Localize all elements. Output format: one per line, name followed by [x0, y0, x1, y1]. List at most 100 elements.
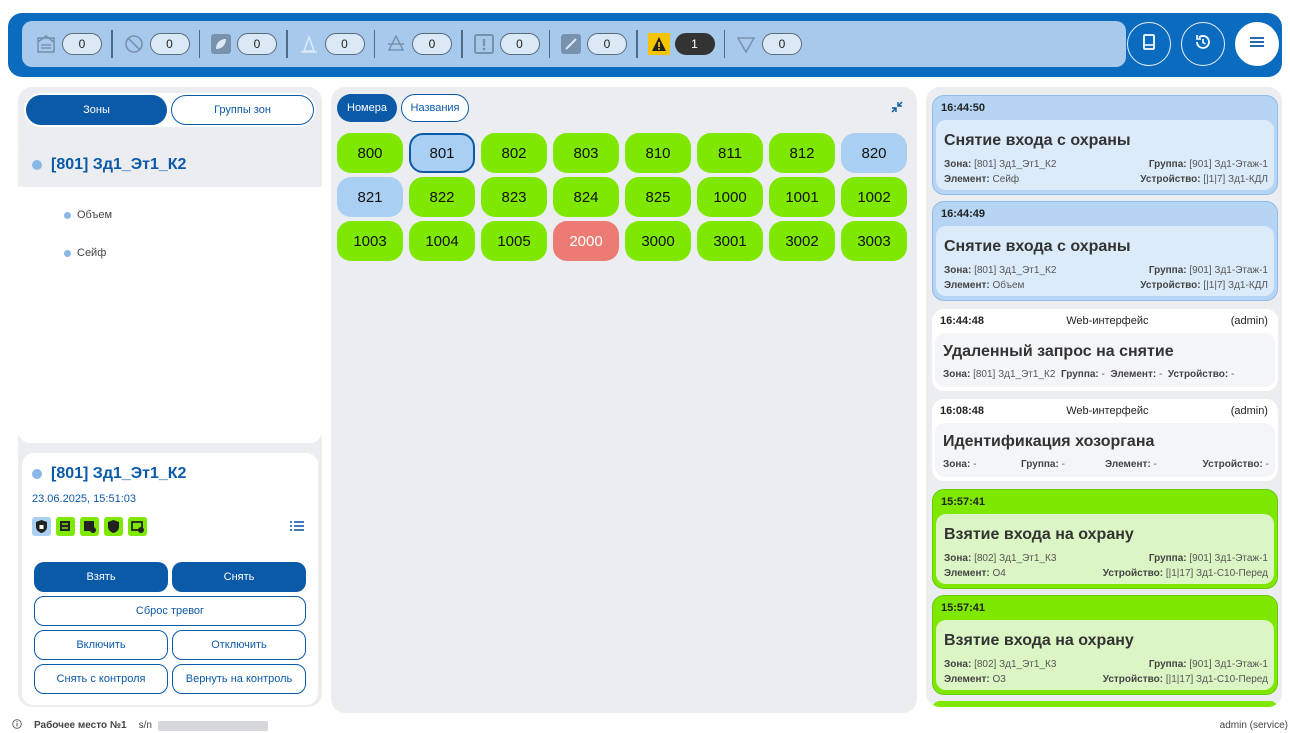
zone-button-823[interactable]: 823 [481, 177, 547, 217]
collapse-icon[interactable] [891, 101, 903, 116]
zone-button-810[interactable]: 810 [625, 133, 691, 173]
connection-check-icon [128, 517, 147, 536]
blocked-icon [122, 32, 146, 56]
zone-button-3002[interactable]: 3002 [769, 221, 835, 261]
counter-pen[interactable]: 0 [559, 21, 627, 67]
group-label: Группа: [1148, 553, 1187, 564]
history-button[interactable] [1181, 22, 1225, 66]
divider [198, 30, 200, 58]
event-device: Устройство: [|1|7] Зд1-КДЛ [1140, 174, 1268, 185]
zone-tabs: Зоны Группы зон [24, 93, 316, 127]
zone-label: Зона: [944, 265, 972, 276]
group-label: Группа: [1021, 459, 1059, 470]
zone-label: Зона: [944, 659, 972, 670]
event-card[interactable]: 16:08:48 Web-интерфейс (admin) Идентифик… [932, 399, 1278, 481]
zone-button-3003[interactable]: 3003 [841, 221, 907, 261]
divider [723, 30, 725, 58]
zone-button-1004[interactable]: 1004 [409, 221, 475, 261]
element-label: Элемент: [944, 280, 990, 291]
zone-button-825[interactable]: 825 [625, 177, 691, 217]
reset-alarms-button[interactable]: Сброс тревог [34, 596, 306, 626]
status-dot-icon [32, 160, 42, 170]
element-item[interactable]: Сейф [64, 247, 106, 259]
book-button[interactable] [1127, 22, 1171, 66]
status-dot-icon [64, 211, 71, 219]
tab-names[interactable]: Названия [401, 94, 469, 122]
zone-button-822[interactable]: 822 [409, 177, 475, 217]
counter-dash-warning[interactable]: 0 [384, 21, 452, 67]
return-control-button[interactable]: Вернуть на контроль [172, 664, 306, 694]
event-card[interactable]: 15:57:41 Взятие входа на охрану Зона: [8… [932, 489, 1278, 589]
event-card[interactable]: 16:44:49 Снятие входа с охраны Зона: [80… [932, 201, 1278, 301]
tab-zones[interactable]: Зоны [26, 95, 167, 125]
divider [461, 30, 463, 58]
counter-road[interactable]: 0 [297, 21, 365, 67]
counter-exclamation[interactable]: 0 [472, 21, 540, 67]
zone-button-824[interactable]: 824 [553, 177, 619, 217]
list-icon[interactable] [290, 519, 304, 537]
zone-button-811[interactable]: 811 [697, 133, 763, 173]
counter-blocked[interactable]: 0 [122, 21, 190, 67]
counter-fire-station[interactable]: 0 [34, 21, 102, 67]
zone-button-1003[interactable]: 1003 [337, 221, 403, 261]
zone-button-2000[interactable]: 2000 [553, 221, 619, 261]
shield-lock-icon [32, 517, 51, 536]
enable-button[interactable]: Включить [34, 630, 168, 660]
zone-value: - [973, 459, 977, 470]
counter-warning[interactable]: 1 [647, 21, 715, 67]
counter-value: 0 [499, 33, 540, 55]
group-value: [901] Зд1-Этаж-1 [1189, 159, 1268, 170]
zone-button-3000[interactable]: 3000 [625, 221, 691, 261]
zone-button-820[interactable]: 820 [841, 133, 907, 173]
uncontrol-button[interactable]: Снять с контроля [34, 664, 168, 694]
group-value: [901] Зд1-Этаж-1 [1189, 553, 1268, 564]
zone-button-1000[interactable]: 1000 [697, 177, 763, 217]
element-item[interactable]: Объем [64, 209, 112, 221]
tab-zone-groups[interactable]: Группы зон [171, 95, 314, 125]
zone-info-title: [801] Зд1_Эт1_К2 [32, 465, 186, 483]
zone-button-800[interactable]: 800 [337, 133, 403, 173]
event-zone: Зона: [801] Зд1_Эт1_К2 [944, 265, 1056, 276]
transfer-icon [56, 517, 75, 536]
tab-numbers[interactable]: Номера [337, 94, 397, 122]
status-dot-icon [64, 249, 71, 257]
zone-value: [801] Зд1_Эт1_К2 [974, 159, 1057, 170]
counter-value: 1 [674, 33, 715, 55]
event-element: Элемент: Объем [944, 280, 1024, 291]
info-icon[interactable] [12, 719, 22, 732]
event-card[interactable]: 15:57:41 Взятие входа на охрану Зона: [8… [932, 595, 1278, 695]
zone-button-3001[interactable]: 3001 [697, 221, 763, 261]
element-label: Элемент: [944, 174, 990, 185]
workstation-label: Рабочее место №1 [34, 720, 127, 731]
device-value: [|1|7] Зд1-КДЛ [1203, 280, 1268, 291]
device-label: Устройство: [1202, 459, 1263, 470]
zone-button-1005[interactable]: 1005 [481, 221, 547, 261]
element-value: Сейф [992, 174, 1020, 185]
event-title: Взятие входа на охрану [944, 526, 1134, 543]
menu-button[interactable] [1235, 22, 1279, 66]
counter-down-triangle[interactable]: 0 [734, 21, 802, 67]
counter-value: 0 [237, 33, 277, 55]
zone-button-821[interactable]: 821 [337, 177, 403, 217]
arm-button[interactable]: Взять [34, 562, 168, 592]
event-card[interactable]: 16:44:48 Web-интерфейс (admin) Удаленный… [932, 309, 1278, 391]
zone-button-803[interactable]: 803 [553, 133, 619, 173]
disarm-button[interactable]: Снять [172, 562, 306, 592]
zone-button-812[interactable]: 812 [769, 133, 835, 173]
book-icon [1140, 33, 1158, 56]
zone-button-801[interactable]: 801 [409, 133, 475, 173]
device-label: Устройство: [1167, 369, 1229, 380]
zone-button-802[interactable]: 802 [481, 133, 547, 173]
event-user: (admin) [1230, 315, 1268, 327]
event-group: Группа: - [1021, 459, 1065, 470]
zone-label: Зона: [944, 159, 972, 170]
event-title: Снятие входа с охраны [944, 238, 1131, 255]
disable-button[interactable]: Отключить [172, 630, 306, 660]
counter-leaf[interactable]: 0 [209, 21, 277, 67]
zone-button-1002[interactable]: 1002 [841, 177, 907, 217]
status-dot-icon [32, 469, 42, 479]
event-title: Идентификация хозоргана [943, 433, 1155, 450]
event-time: 15:57:41 [941, 602, 986, 614]
event-card[interactable]: 16:44:50 Снятие входа с охраны Зона: [80… [932, 95, 1278, 195]
zone-button-1001[interactable]: 1001 [769, 177, 835, 217]
